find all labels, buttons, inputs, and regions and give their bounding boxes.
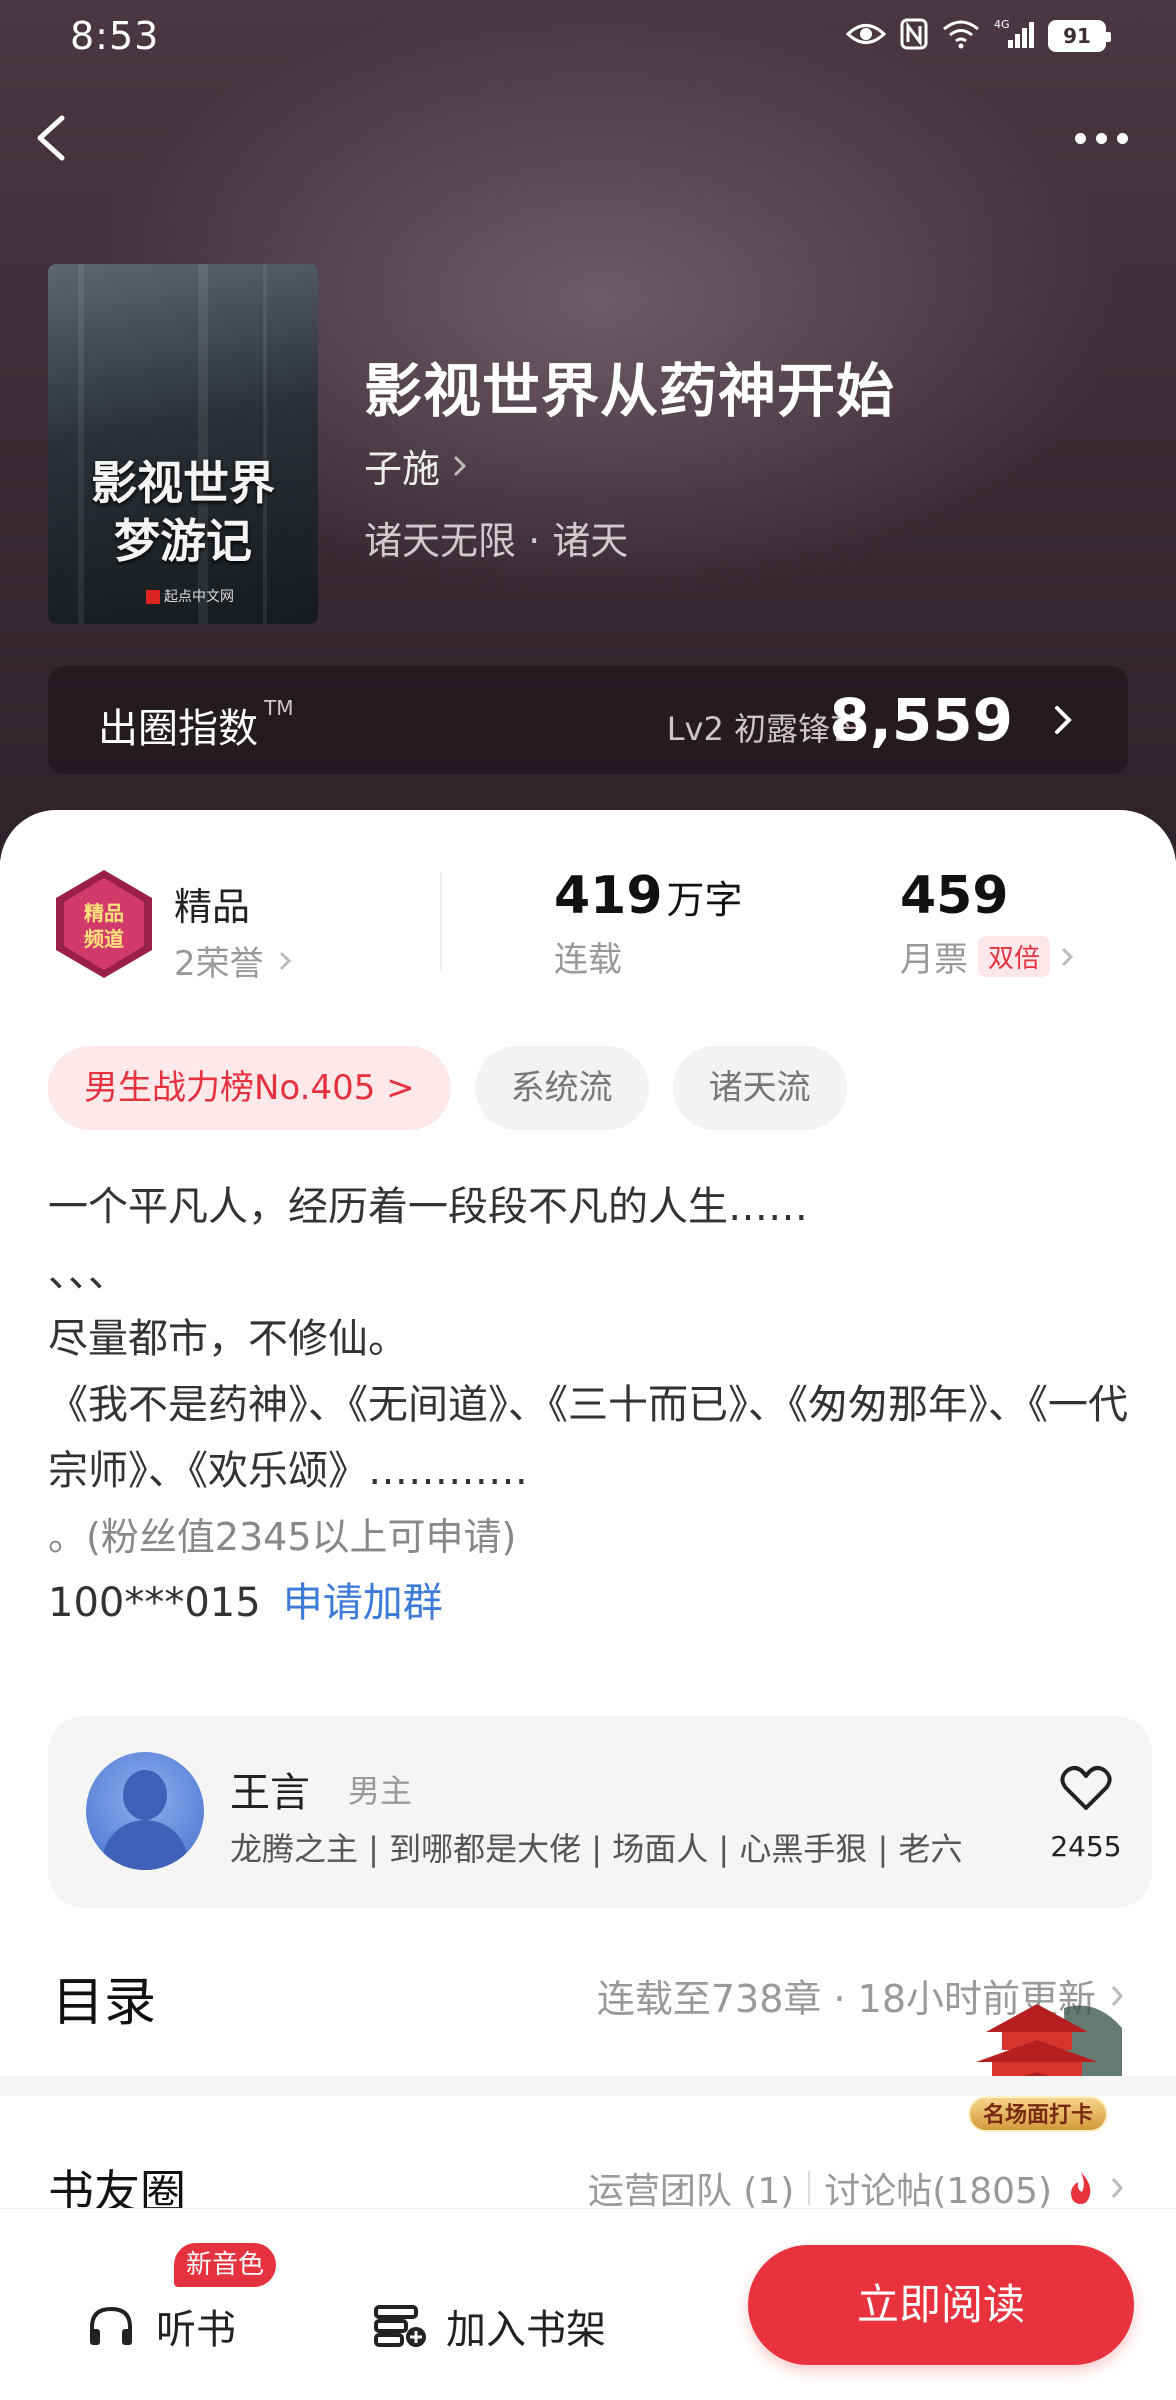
honor-label: 精品 — [174, 885, 251, 929]
honor-badge-icon[interactable]: 精品 频道 — [52, 868, 156, 980]
toc-title[interactable]: 目录 — [52, 1960, 156, 2035]
bottom-action-bar: 听书 新音色 加入书架 立即阅读 — [0, 2208, 1176, 2400]
intro-line: 一个平凡人，经历着一段段不凡的人生…… — [48, 1184, 808, 1230]
back-button[interactable] — [28, 106, 78, 170]
discussion-count: 讨论帖(1805) — [824, 2171, 1052, 2212]
book-cover[interactable]: 影视世界 梦游记 起点中文网 — [48, 264, 318, 624]
ops-team-count: 运营团队 (1) — [587, 2171, 795, 2212]
reader-circle-info[interactable]: 运营团队 (1) 讨论帖(1805) — [588, 2162, 1124, 2214]
status-time: 8:53 — [70, 14, 160, 58]
intro-line: 《我不是药神》、《无间道》、《三十而已》、《匆匆那年》、《一代宗师》、《欢乐颂》… — [48, 1382, 1128, 1494]
chevron-right-icon — [1055, 706, 1072, 734]
stat-divider — [440, 872, 442, 972]
status-bar: 8:53 4G 91 — [0, 0, 1176, 72]
tag-item[interactable]: 诸天流 — [672, 1046, 847, 1130]
divider — [808, 2171, 811, 2205]
intro-line: 。(粉丝值2345以上可申请) — [48, 1515, 517, 1559]
cover-decor — [198, 264, 208, 624]
fire-icon — [1071, 2172, 1091, 2204]
battery-indicator: 91 — [1048, 20, 1111, 52]
cover-decor — [78, 264, 84, 624]
listen-label: 听书 — [156, 2307, 236, 2353]
book-title: 影视世界从药神开始 — [364, 357, 896, 425]
book-intro[interactable]: 一个平凡人，经历着一段段不凡的人生…… 、、、 尽量都市，不修仙。 《我不是药神… — [48, 1174, 1138, 1636]
author-name: 子施 — [364, 447, 441, 491]
nfc-icon — [900, 18, 928, 54]
like-count: 2455 — [1050, 1830, 1122, 1863]
cover-decor — [263, 264, 267, 624]
cover-publisher-logo: 起点中文网 — [146, 586, 234, 606]
ticket-count: 459 — [900, 866, 1009, 926]
more-dot-icon — [1116, 132, 1128, 144]
character-description: 龙腾之主 | 到哪都是大佬 | 场面人 | 心黑手狠 | 老六 — [230, 1830, 963, 1868]
add-shelf-label: 加入书架 — [446, 2307, 606, 2353]
double-badge: 双倍 — [978, 936, 1051, 977]
tag-ranking[interactable]: 男生战力榜No.405 > — [48, 1046, 451, 1130]
chevron-right-icon — [1061, 947, 1074, 966]
chevron-right-icon — [453, 455, 467, 476]
svg-text:4G: 4G — [994, 18, 1010, 31]
intro-line: 、、、 — [48, 1250, 128, 1296]
serial-status: 连载 — [554, 940, 622, 980]
more-dot-icon — [1074, 132, 1086, 144]
character-avatar — [86, 1752, 204, 1870]
character-name: 王言 — [230, 1770, 310, 1816]
honor-count: 2荣誉 — [174, 944, 264, 984]
ticket-label: 月票 — [900, 940, 968, 980]
join-group-link[interactable]: 申请加群 — [283, 1580, 443, 1626]
chevron-right-icon — [1111, 2178, 1124, 2198]
read-now-button[interactable]: 立即阅读 — [748, 2245, 1134, 2365]
word-count-stat: 419 万字 连载 — [554, 866, 743, 981]
tag-list: 男生战力榜No.405 > 系统流 诸天流 — [48, 1046, 847, 1130]
honor-count-link[interactable]: 2荣誉 — [174, 936, 292, 985]
fan-index-score: 8,559 — [829, 686, 1013, 754]
section-separator — [0, 2076, 1176, 2096]
fan-index-label: 出圈指数 TM — [98, 696, 294, 752]
group-id: 100***015 — [48, 1580, 261, 1626]
heart-icon[interactable] — [1060, 1764, 1112, 1812]
svg-text:频道: 频道 — [84, 927, 124, 951]
eye-icon — [845, 19, 887, 53]
wifi-icon — [942, 19, 980, 53]
author-link[interactable]: 子施 — [364, 438, 468, 493]
add-shelf-icon — [374, 2305, 426, 2347]
word-count-unit: 万字 — [666, 878, 743, 922]
headphones-icon — [90, 2306, 132, 2345]
chevron-right-icon — [279, 951, 291, 970]
svg-text:精品: 精品 — [84, 901, 124, 925]
more-dot-icon — [1095, 132, 1107, 144]
status-icons: 4G 91 — [845, 18, 1111, 54]
monthly-ticket-stat[interactable]: 459 月票 双倍 — [900, 866, 1074, 981]
new-voice-badge: 新音色 — [174, 2243, 277, 2287]
fan-index-bar[interactable]: 出圈指数 TM Lv2 初露锋芒 8,559 — [48, 666, 1128, 774]
word-count-value: 419 — [554, 866, 663, 926]
cellular-signal-icon: 4G — [994, 18, 1034, 54]
character-role: 男主 — [348, 1772, 413, 1810]
back-arrow-icon — [37, 115, 65, 161]
more-options-button[interactable] — [1066, 120, 1136, 156]
cover-title: 影视世界 梦游记 — [91, 456, 275, 568]
checkin-label[interactable]: 名场面打卡 — [968, 2096, 1108, 2132]
intro-line: 尽量都市，不修仙。 — [48, 1316, 408, 1362]
book-genre: 诸天无限 · 诸天 — [364, 519, 629, 563]
character-card[interactable]: 王言 男主 龙腾之主 | 到哪都是大佬 | 场面人 | 心黑手狠 | 老六 24… — [48, 1716, 1152, 1908]
listen-button[interactable]: 听书 — [86, 2297, 236, 2355]
tag-item[interactable]: 系统流 — [474, 1046, 649, 1130]
add-to-shelf-button[interactable]: 加入书架 — [372, 2297, 606, 2355]
